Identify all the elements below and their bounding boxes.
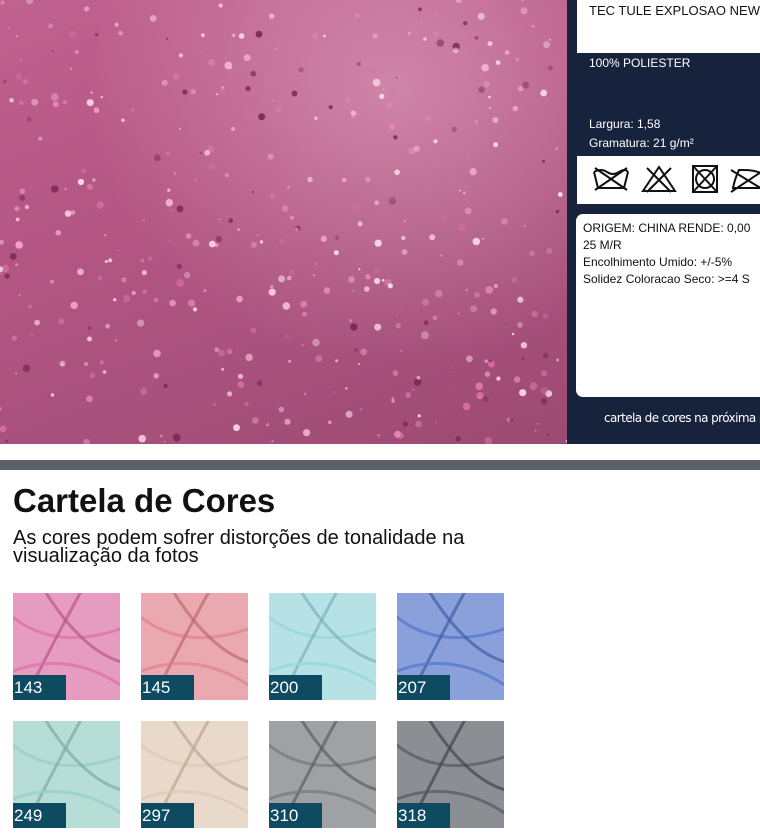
- product-details-box: ORIGEM: CHINA RENDE: 0,00 25 M/R Encolhi…: [576, 214, 760, 397]
- composition-text: 100% POLIESTER: [589, 56, 691, 70]
- care-symbols: [577, 156, 760, 204]
- swatch-code: 200: [269, 675, 322, 700]
- glitter-texture: [0, 0, 567, 444]
- swatch-code: 249: [13, 803, 66, 828]
- palette-subtitle: As cores podem sofrer distorções de tona…: [13, 527, 465, 567]
- do-not-bleach-icon: [641, 165, 677, 193]
- swatch-297[interactable]: 297: [141, 721, 248, 828]
- do-not-tumble-dry-icon: [692, 165, 718, 193]
- swatch-code: 145: [141, 675, 194, 700]
- shrinkage-line: Encolhimento Umido: +/-5%: [583, 255, 733, 269]
- do-not-wash-icon: [593, 167, 629, 191]
- palette-title: Cartela de Cores: [13, 482, 276, 519]
- product-name-box: TEC TULE EXPLOSAO NEW: [577, 0, 760, 53]
- swatch-code: 143: [13, 675, 66, 700]
- do-not-iron-icon: [730, 169, 760, 193]
- swatch-code: 310: [269, 803, 322, 828]
- product-sheet: TEC TULE EXPLOSAO NEW 100% POLIESTER Lar…: [0, 0, 760, 444]
- section-divider: [0, 460, 760, 470]
- swatch-code: 318: [397, 803, 450, 828]
- swatch-code: 207: [397, 675, 450, 700]
- swatch-143[interactable]: 143: [13, 593, 120, 700]
- swatch-310[interactable]: 310: [269, 721, 376, 828]
- product-info-panel: TEC TULE EXPLOSAO NEW 100% POLIESTER Lar…: [567, 0, 760, 444]
- swatch-207[interactable]: 207: [397, 593, 504, 700]
- swatch-318[interactable]: 318: [397, 721, 504, 828]
- product-name: TEC TULE EXPLOSAO NEW: [589, 3, 760, 18]
- color-fastness-line: Solidez Coloracao Seco: >=4 S: [583, 272, 750, 286]
- width-spec: Largura: 1,58: [589, 117, 661, 131]
- swatch-249[interactable]: 249: [13, 721, 120, 828]
- roll-length-line: 25 M/R: [583, 238, 622, 252]
- swatch-145[interactable]: 145: [141, 593, 248, 700]
- origin-line: ORIGEM: CHINA RENDE: 0,00: [583, 221, 751, 235]
- fabric-photo: [0, 0, 567, 444]
- swatch-code: 297: [141, 803, 194, 828]
- weight-spec: Gramatura: 21 g/m²: [589, 136, 694, 150]
- swatch-200[interactable]: 200: [269, 593, 376, 700]
- next-page-note: cartela de cores na próxima pa: [604, 411, 760, 425]
